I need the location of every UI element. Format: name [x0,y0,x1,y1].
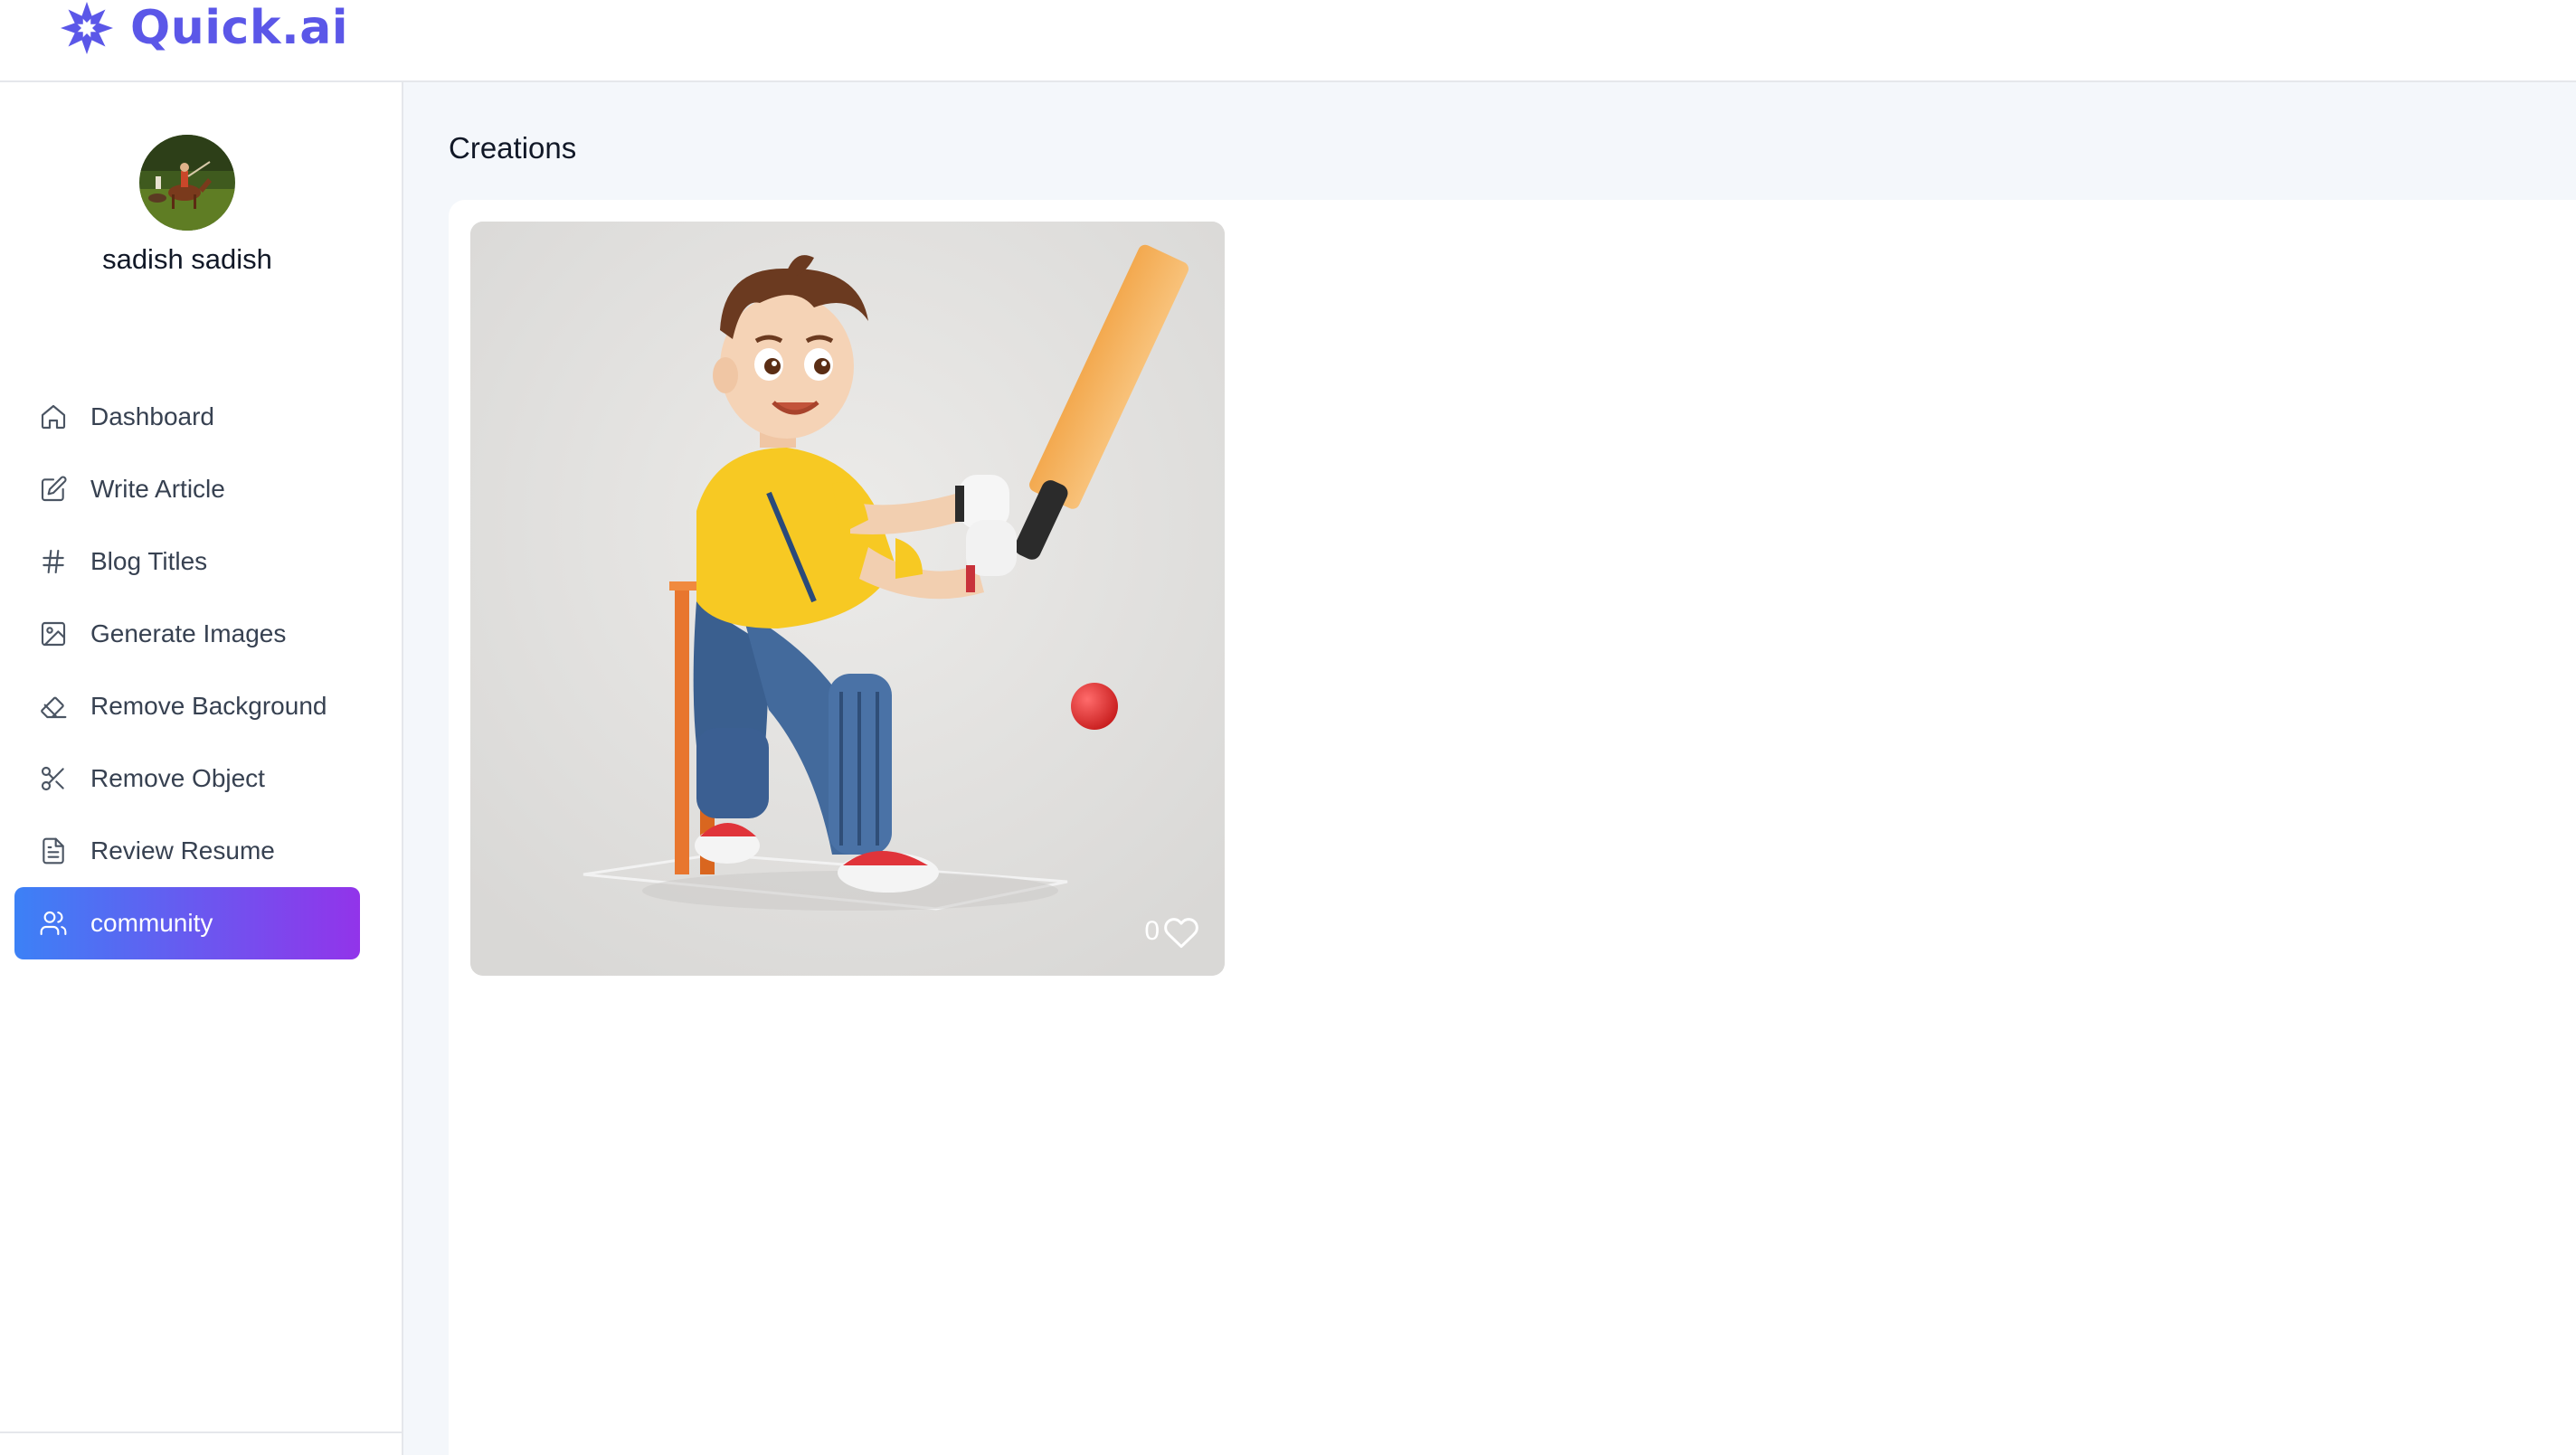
eraser-icon [38,691,69,722]
creations-panel: 0 [449,200,2576,1455]
main-content: Creations 0 [403,82,2576,1455]
sidebar-item-label: Dashboard [90,402,214,430]
app-logo[interactable]: Quick.ai [52,0,348,56]
app-name: Quick.ai [130,1,349,55]
sparkle-logo-icon [61,2,113,54]
sidebar: sadish sadish Dashboard Write Article Bl… [0,82,403,1455]
users-icon [38,908,69,939]
scissors-icon [38,763,69,794]
sidebar-item-dashboard[interactable]: Dashboard [14,381,360,453]
sidebar-item-label: Remove Object [90,764,265,792]
sidebar-item-label: Remove Background [90,692,327,720]
sidebar-nav: Dashboard Write Article Blog Titles Gene… [14,381,360,959]
sidebar-item-blog-titles[interactable]: Blog Titles [14,525,360,598]
sidebar-item-remove-background[interactable]: Remove Background [14,670,360,742]
sidebar-item-community[interactable]: community [14,887,360,959]
avatar[interactable] [139,135,235,231]
sidebar-item-review-resume[interactable]: Review Resume [14,815,360,887]
sidebar-item-label: Write Article [90,475,225,503]
sidebar-item-write-article[interactable]: Write Article [14,453,360,525]
hash-icon [38,546,69,577]
edit-icon [38,474,69,505]
page-title: Creations [449,131,577,165]
top-bar: Quick.ai [0,0,2576,82]
sidebar-divider [0,1431,403,1433]
like-count: 0 [1144,916,1160,946]
creation-card[interactable]: 0 [470,222,1225,976]
likes: 0 [1144,914,1199,949]
sidebar-item-generate-images[interactable]: Generate Images [14,598,360,670]
sidebar-item-label: community [90,909,213,937]
sidebar-item-remove-object[interactable]: Remove Object [14,742,360,815]
sidebar-item-label: Blog Titles [90,547,208,575]
sidebar-item-label: Review Resume [90,836,275,864]
heart-icon[interactable] [1163,914,1199,949]
user-name: sadish sadish [102,243,272,275]
file-text-icon [38,836,69,866]
creation-image [470,222,1225,976]
sidebar-item-label: Generate Images [90,619,287,647]
image-icon [38,619,69,649]
home-icon [38,402,69,432]
